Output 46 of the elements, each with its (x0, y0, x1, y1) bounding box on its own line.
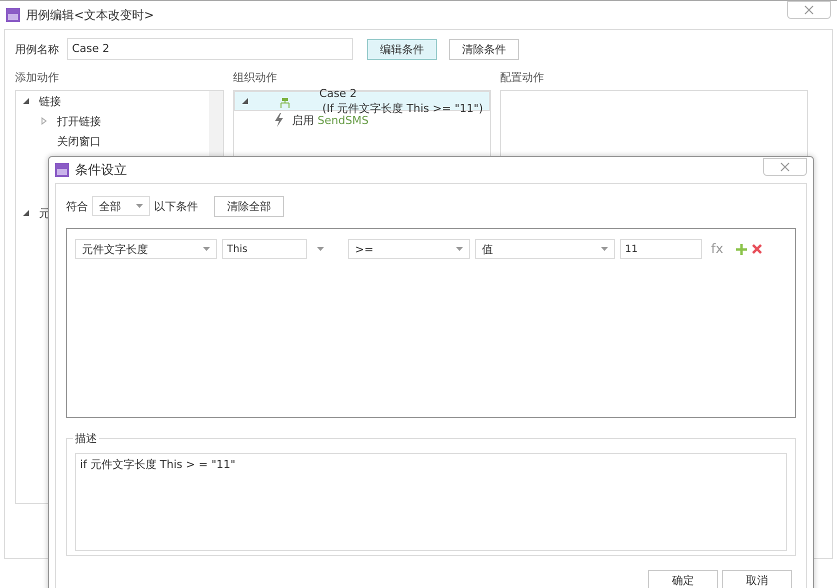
description-legend: 描述 (73, 431, 99, 446)
dropdown-arrow-icon (136, 204, 143, 208)
dropdown-arrow-icon (203, 247, 210, 251)
delete-icon[interactable] (752, 244, 762, 254)
description-text-area[interactable]: if 元件文字长度 This > = "11" (75, 453, 787, 551)
app-icon (55, 163, 69, 177)
condition-dropdown[interactable]: >= (348, 239, 470, 259)
dialog-button[interactable]: 确定 (648, 570, 718, 588)
close-icon (803, 5, 815, 15)
clear-all-button[interactable]: 清除全部 (214, 196, 284, 216)
app-icon (6, 8, 20, 22)
dialog-title: 条件设立 (75, 162, 127, 179)
case-icon (278, 98, 291, 108)
match-label: 以下条件 (154, 198, 198, 214)
action-item[interactable]: 启用 SendSMS (292, 112, 369, 128)
match-label: 符合 (66, 198, 88, 214)
dropdown-arrow-icon (601, 247, 608, 251)
section-heading: 组织动作 (233, 70, 278, 84)
expander-icon[interactable] (241, 97, 250, 105)
condition-dropdown[interactable]: This (222, 239, 307, 259)
tree-item[interactable]: 打开链接 (57, 114, 101, 128)
case-name-label: 用例名称 (15, 42, 60, 56)
add-icon[interactable] (736, 244, 748, 254)
section-heading: 配置动作 (500, 70, 545, 84)
condition-button[interactable]: 编辑条件 (367, 38, 437, 60)
match-dropdown[interactable]: 全部 (92, 196, 150, 216)
dropdown-arrow-icon (456, 247, 463, 251)
expander-icon[interactable] (22, 209, 31, 217)
lightning-icon (274, 113, 284, 127)
tree-item[interactable]: 关闭窗口 (57, 134, 101, 148)
expander-icon[interactable] (22, 97, 31, 105)
condition-button[interactable]: 清除条件 (449, 38, 519, 60)
case-row[interactable]: Case 2 (If 元件文字长度 This >= "11") (234, 91, 490, 111)
description-text: if 元件文字长度 This > = "11" (80, 458, 236, 471)
close-button[interactable] (787, 1, 831, 19)
window-title: 用例编辑<文本改变时> (26, 6, 154, 24)
value-field[interactable]: 11 (620, 239, 702, 259)
condition-dropdown[interactable]: 值 (475, 239, 615, 259)
case-name-field[interactable]: Case 2 (67, 38, 353, 60)
dropdown-arrow-icon[interactable] (317, 247, 324, 251)
close-icon (779, 162, 791, 172)
condition-dropdown[interactable]: 元件文字长度 (75, 239, 217, 259)
dialog-button[interactable]: 取消 (722, 570, 792, 588)
tree-item[interactable]: 链接 (39, 94, 61, 108)
close-button[interactable] (763, 158, 807, 176)
section-heading: 添加动作 (15, 70, 60, 84)
